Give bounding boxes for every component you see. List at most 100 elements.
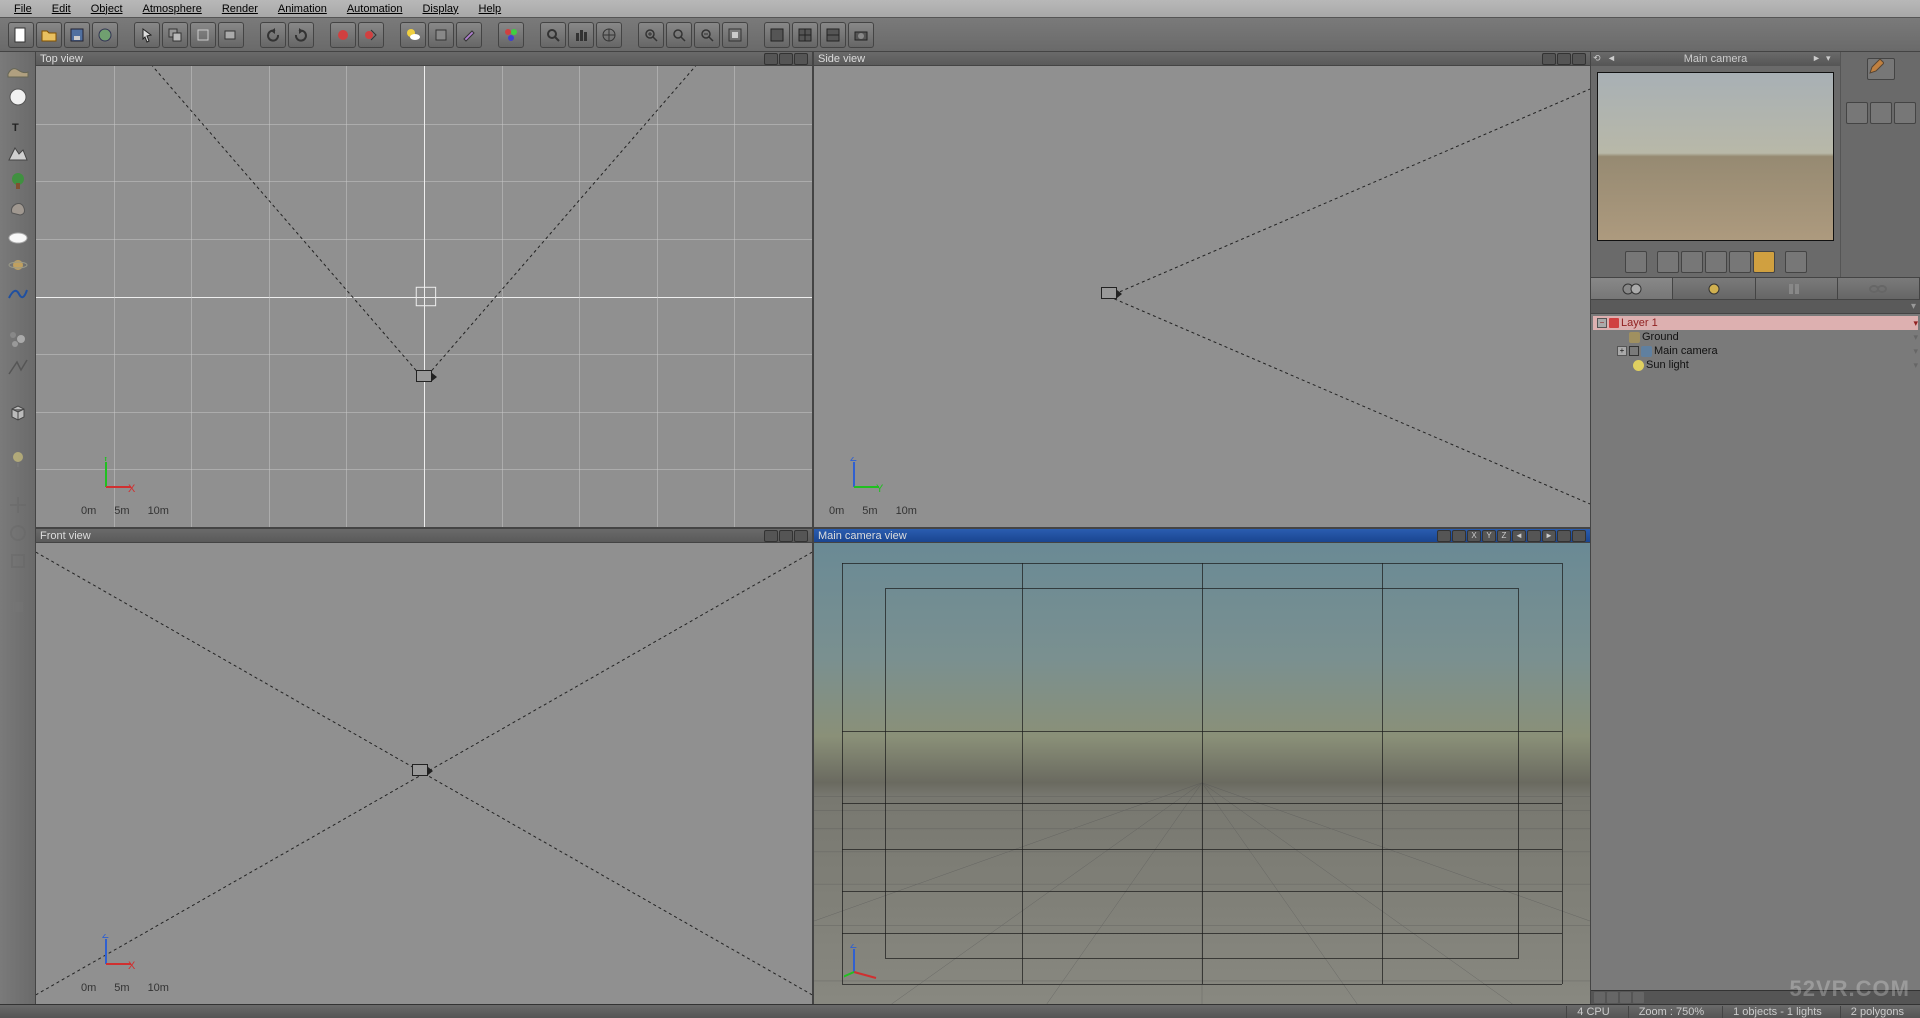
planet-tool[interactable]: [4, 252, 32, 278]
materials-button[interactable]: [428, 22, 454, 48]
render-region-button[interactable]: [358, 22, 384, 48]
spline-tool[interactable]: [4, 280, 32, 306]
prop-tool-2[interactable]: [1870, 102, 1892, 124]
terrain-tool[interactable]: [4, 56, 32, 82]
preview-play-icon[interactable]: [1729, 251, 1751, 273]
tree-item-ground[interactable]: Ground ▾: [1593, 330, 1918, 344]
vp-ctrl[interactable]: [794, 53, 808, 65]
redo-button[interactable]: [288, 22, 314, 48]
viewport-side[interactable]: Side view ZY 0m5m10m: [814, 52, 1590, 527]
globe-button[interactable]: [92, 22, 118, 48]
move-tool[interactable]: [4, 492, 32, 518]
preview-grid-icon[interactable]: [1657, 251, 1679, 273]
new-file-button[interactable]: [8, 22, 34, 48]
layout-1-button[interactable]: [764, 22, 790, 48]
vp-ctrl[interactable]: [1527, 530, 1541, 542]
tab-links[interactable]: [1838, 278, 1920, 299]
cloud-tool[interactable]: [4, 224, 32, 250]
tree-tool[interactable]: [4, 168, 32, 194]
vp-ctrl[interactable]: [764, 53, 778, 65]
light-tool[interactable]: [4, 446, 32, 472]
layout-2-button[interactable]: [792, 22, 818, 48]
color-button[interactable]: [498, 22, 524, 48]
filter-icon[interactable]: [1594, 992, 1605, 1003]
atmosphere-button[interactable]: [400, 22, 426, 48]
vp-ctrl[interactable]: [1452, 530, 1466, 542]
zoom-fit-button[interactable]: [540, 22, 566, 48]
cut-button[interactable]: [190, 22, 216, 48]
tab-objects[interactable]: [1591, 278, 1673, 299]
mountain-tool[interactable]: [4, 140, 32, 166]
save-file-button[interactable]: [64, 22, 90, 48]
viewport-front[interactable]: Front view ZX 0m5m10m: [36, 529, 812, 1004]
rock-tool[interactable]: [4, 196, 32, 222]
tree-item-camera[interactable]: + Main camera ▾: [1593, 344, 1918, 358]
vp-ctrl[interactable]: [1557, 530, 1571, 542]
tab-materials[interactable]: [1673, 278, 1755, 299]
tree-menu-icon[interactable]: ▾: [1911, 301, 1916, 312]
filter-icon[interactable]: [1620, 992, 1631, 1003]
vp-ctrl[interactable]: [779, 53, 793, 65]
vp-ctrl[interactable]: Y: [1482, 530, 1496, 542]
menu-atmosphere[interactable]: Atmosphere: [133, 2, 212, 16]
menu-edit[interactable]: Edit: [42, 2, 81, 16]
item-menu-icon[interactable]: ▾: [1913, 346, 1918, 357]
filter-icon[interactable]: [1633, 992, 1644, 1003]
vp-ctrl[interactable]: [794, 530, 808, 542]
frame-selection-button[interactable]: [722, 22, 748, 48]
paint-button[interactable]: [456, 22, 482, 48]
zoom-out-button[interactable]: [694, 22, 720, 48]
prop-tool-3[interactable]: [1894, 102, 1916, 124]
paste-button[interactable]: [218, 22, 244, 48]
tree-collapse-icon[interactable]: −: [1597, 318, 1607, 328]
vp-ctrl[interactable]: [779, 530, 793, 542]
text-tool[interactable]: T: [4, 112, 32, 138]
preview-fit-icon[interactable]: [1681, 251, 1703, 273]
vp-ctrl[interactable]: Z: [1497, 530, 1511, 542]
menu-automation[interactable]: Automation: [337, 2, 413, 16]
vp-ctrl[interactable]: X: [1467, 530, 1481, 542]
undo-button[interactable]: [260, 22, 286, 48]
preview-hand-icon[interactable]: [1625, 251, 1647, 273]
layout-3-button[interactable]: [820, 22, 846, 48]
preview-nav-icon[interactable]: ⟲: [1593, 53, 1605, 65]
menu-render[interactable]: Render: [212, 2, 268, 16]
layer-menu-icon[interactable]: ▾: [1913, 318, 1918, 329]
tree-item-sunlight[interactable]: Sun light ▾: [1593, 358, 1918, 372]
orbit-button[interactable]: [596, 22, 622, 48]
preview-menu-icon[interactable]: ▾: [1826, 53, 1838, 65]
open-file-button[interactable]: [36, 22, 62, 48]
zoom-button[interactable]: [666, 22, 692, 48]
sphere-tool[interactable]: [4, 84, 32, 110]
preview-refresh-icon[interactable]: [1705, 251, 1727, 273]
misc-tool[interactable]: [4, 594, 32, 620]
viewport-camera[interactable]: Main camera view XYZ ◄►: [814, 529, 1590, 1004]
edit-icon[interactable]: [1867, 58, 1895, 80]
tab-libraries[interactable]: [1756, 278, 1838, 299]
item-menu-icon[interactable]: ▾: [1913, 332, 1918, 343]
vp-ctrl[interactable]: [1557, 53, 1571, 65]
wind-tool[interactable]: [4, 354, 32, 380]
menu-object[interactable]: Object: [81, 2, 133, 16]
rotate-tool[interactable]: [4, 520, 32, 546]
vp-ctrl[interactable]: [1572, 530, 1586, 542]
cube-tool[interactable]: [4, 400, 32, 426]
vp-ctrl[interactable]: [1542, 53, 1556, 65]
zoom-in-button[interactable]: [638, 22, 664, 48]
preview-next-icon[interactable]: ►: [1812, 53, 1824, 65]
checkbox-icon[interactable]: [1629, 346, 1639, 356]
item-menu-icon[interactable]: ▾: [1913, 360, 1918, 371]
preview-lock-icon[interactable]: [1753, 251, 1775, 273]
preview-prev-icon[interactable]: ◄: [1607, 53, 1619, 65]
camera-button[interactable]: [848, 22, 874, 48]
vp-ctrl[interactable]: ◄: [1512, 530, 1526, 542]
copy-button[interactable]: [162, 22, 188, 48]
menu-animation[interactable]: Animation: [268, 2, 337, 16]
preview-settings-icon[interactable]: [1785, 251, 1807, 273]
filter-icon[interactable]: [1607, 992, 1618, 1003]
pan-button[interactable]: [568, 22, 594, 48]
viewport-top[interactable]: Top view YX 0m5m10m: [36, 52, 812, 527]
selection-tool[interactable]: [134, 22, 160, 48]
vp-ctrl[interactable]: [1437, 530, 1451, 542]
menu-display[interactable]: Display: [412, 2, 468, 16]
